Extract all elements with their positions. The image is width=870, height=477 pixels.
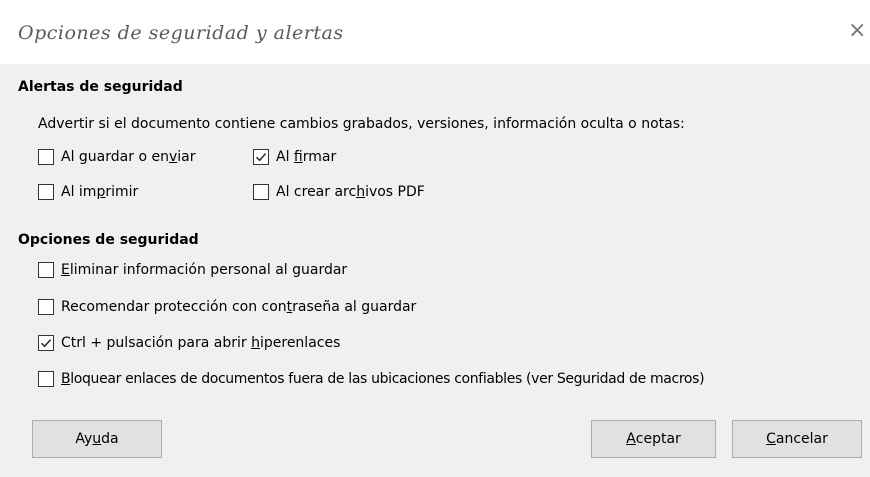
checkbox-label: Bloquear enlaces de documentos fuera de … [61,371,705,387]
checkbox-recommend-password[interactable]: Recomendar protección con contraseña al … [38,299,416,315]
checkbox-label: Al imprimir [61,184,139,200]
help-button[interactable]: Ay u da [32,420,162,458]
checkbox-label: Al guardar o enviar [61,149,196,165]
checkbox-label: Recomendar protección con contraseña al … [61,299,417,315]
checkbox-block-untrusted-links[interactable]: Bloquear enlaces de documentos fuera de … [38,371,705,387]
checkbox-box[interactable] [38,184,54,200]
checkbox-on-create-pdf[interactable]: Al crear archivos PDF [253,184,425,200]
checkbox-on-save-or-send[interactable]: Al guardar o enviar [38,149,195,165]
accept-button[interactable]: Aceptar [591,420,716,458]
security-alerts-heading: Alertas de seguridad [18,79,183,95]
security-options-dialog: Opciones de seguridad y alertas × Alerta… [0,0,870,477]
checkbox-box[interactable] [38,149,54,165]
close-icon[interactable]: × [848,20,866,42]
checkbox-remove-personal-info[interactable]: Eliminar información personal al guardar [38,262,347,278]
checkbox-box[interactable] [38,335,54,351]
checkbox-label: Eliminar información personal al guardar [61,262,348,278]
checkbox-on-sign[interactable]: Al firmar [253,149,336,165]
checkmark-icon [41,339,52,348]
checkmark-icon [256,153,267,162]
cancel-button[interactable]: Cancelar [732,420,862,458]
checkbox-on-print[interactable]: Al imprimir [38,184,138,200]
checkbox-box[interactable] [253,184,269,200]
checkbox-box[interactable] [38,262,54,278]
checkbox-label: Ctrl + pulsación para abrir hiperenlaces [61,335,341,351]
security-options-heading: Opciones de seguridad [18,232,199,248]
checkbox-ctrl-click-hyperlinks[interactable]: Ctrl + pulsación para abrir hiperenlaces [38,335,340,351]
dialog-title: Opciones de seguridad y alertas [18,22,344,44]
checkbox-box[interactable] [253,149,269,165]
checkbox-label: Al crear archivos PDF [276,184,425,200]
checkbox-box[interactable] [38,299,54,315]
title-bar: Opciones de seguridad y alertas × [0,0,870,64]
dialog-content: Alertas de seguridad Advertir si el docu… [0,64,870,477]
checkbox-box[interactable] [38,371,54,387]
checkbox-label: Al firmar [276,149,337,165]
alerts-description: Advertir si el documento contiene cambio… [38,116,685,132]
